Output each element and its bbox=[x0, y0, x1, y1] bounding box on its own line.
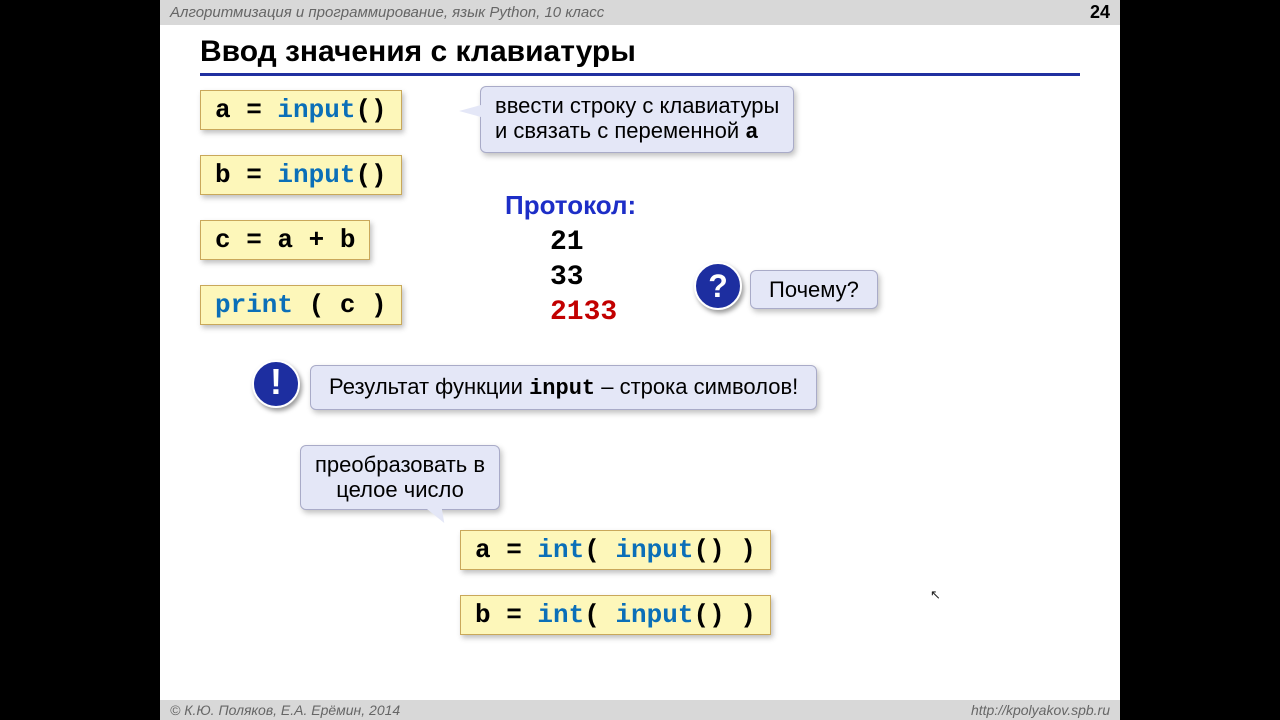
code-text: a bbox=[215, 95, 231, 125]
slide-title: Ввод значения с клавиатуры bbox=[200, 35, 1080, 69]
code-text: () bbox=[355, 160, 386, 190]
callout-tail-icon bbox=[459, 105, 481, 117]
exclaim-badge-icon: ! bbox=[252, 360, 300, 408]
protocol-values: 21 33 2133 bbox=[550, 225, 617, 330]
code-box-a-input: a = input() bbox=[200, 90, 402, 130]
badge-text: ! bbox=[270, 361, 282, 402]
cursor-icon: ↖ bbox=[930, 587, 941, 603]
protocol-heading: Протокол: bbox=[505, 190, 636, 221]
question-badge-icon: ? bbox=[694, 262, 742, 310]
code-text: = bbox=[491, 600, 538, 630]
page-number: 24 bbox=[1090, 2, 1110, 23]
callout-tail-icon bbox=[426, 508, 453, 523]
code-box-b-int: b = int( input() ) bbox=[460, 595, 771, 635]
code-text: () bbox=[693, 535, 724, 565]
callout-code: a bbox=[745, 120, 758, 145]
callout-text: – строка символов! bbox=[595, 374, 798, 399]
code-text: b bbox=[475, 600, 491, 630]
code-text: ) bbox=[355, 290, 386, 320]
footer-copyright: © К.Ю. Поляков, Е.А. Ерёмин, 2014 bbox=[170, 702, 400, 718]
code-text: () bbox=[693, 600, 724, 630]
code-box-c-sum: c = a + b bbox=[200, 220, 370, 260]
slide: Алгоритмизация и программирование, язык … bbox=[160, 0, 1120, 720]
code-text: ( bbox=[584, 535, 615, 565]
code-text: c bbox=[340, 290, 356, 320]
code-text: ( bbox=[584, 600, 615, 630]
keyword-input: input bbox=[277, 160, 355, 190]
code-text: = bbox=[231, 95, 278, 125]
code-box-a-int: a = int( input() ) bbox=[460, 530, 771, 570]
code-box-b-input: b = input() bbox=[200, 155, 402, 195]
code-text: = bbox=[491, 535, 538, 565]
protocol-value: 33 bbox=[550, 260, 617, 295]
code-text: () bbox=[355, 95, 386, 125]
code-box-print: print ( c ) bbox=[200, 285, 402, 325]
callout-code: input bbox=[529, 376, 595, 401]
keyword-int: int bbox=[537, 535, 584, 565]
keyword-input: input bbox=[615, 535, 693, 565]
code-text: = bbox=[231, 160, 278, 190]
callout-text: ввести строку с клавиатуры bbox=[495, 93, 779, 118]
code-text: a bbox=[475, 535, 491, 565]
keyword-int: int bbox=[537, 600, 584, 630]
keyword-print: print bbox=[215, 290, 293, 320]
callout-text: и связать с переменной bbox=[495, 118, 745, 143]
callout-text: преобразовать в bbox=[315, 452, 485, 477]
content-area: a = input() b = input() c = a + b print … bbox=[200, 90, 1080, 680]
callout-text: Результат функции bbox=[329, 374, 529, 399]
code-text: c = a + b bbox=[215, 225, 355, 255]
code-text: ) bbox=[725, 535, 756, 565]
keyword-input: input bbox=[277, 95, 355, 125]
footer-bar: © К.Ю. Поляков, Е.А. Ерёмин, 2014 http:/… bbox=[160, 700, 1120, 720]
callout-convert: преобразовать в целое число bbox=[300, 445, 500, 510]
callout-description: ввести строку с клавиатуры и связать с п… bbox=[480, 86, 794, 153]
code-text: ( bbox=[293, 290, 340, 320]
header-bar: Алгоритмизация и программирование, язык … bbox=[160, 0, 1120, 25]
code-text: ) bbox=[725, 600, 756, 630]
course-title: Алгоритмизация и программирование, язык … bbox=[170, 4, 604, 21]
callout-why: Почему? bbox=[750, 270, 878, 309]
footer-url: http://kpolyakov.spb.ru bbox=[971, 702, 1110, 718]
keyword-input: input bbox=[615, 600, 693, 630]
callout-text: Почему? bbox=[769, 277, 859, 302]
protocol-value-result: 2133 bbox=[550, 295, 617, 330]
code-text: b bbox=[215, 160, 231, 190]
callout-text: целое число bbox=[336, 477, 464, 502]
badge-text: ? bbox=[708, 268, 728, 304]
title-underline bbox=[200, 73, 1080, 76]
protocol-value: 21 bbox=[550, 225, 617, 260]
callout-result: Результат функции input – строка символо… bbox=[310, 365, 817, 410]
